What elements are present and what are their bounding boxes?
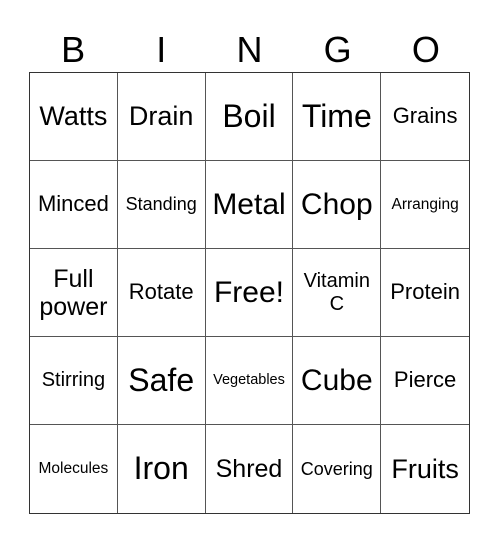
header-letter-n: N [236, 29, 263, 70]
bingo-cell[interactable]: Minced [30, 161, 118, 249]
bingo-cell[interactable]: Vegetables [205, 337, 294, 425]
header-letter-b: B [61, 29, 86, 70]
bingo-cell[interactable]: Drain [117, 73, 206, 161]
bingo-cell[interactable]: Pierce [381, 337, 469, 425]
bingo-cell[interactable]: Protein [381, 249, 469, 337]
bingo-cell[interactable]: Safe [117, 337, 206, 425]
bingo-cell[interactable]: Grains [381, 73, 469, 161]
bingo-cell[interactable]: Shred [206, 425, 294, 513]
bingo-cell[interactable]: Vitamin C [293, 249, 382, 337]
bingo-cell[interactable]: Covering [293, 425, 382, 513]
bingo-cell[interactable]: Time [293, 73, 382, 161]
bingo-cell[interactable]: Rotate [117, 249, 206, 337]
bingo-cell[interactable]: Full power [30, 249, 118, 337]
bingo-cell[interactable]: Watts [30, 73, 118, 161]
bingo-cell[interactable]: Iron [118, 425, 206, 513]
bingo-cell[interactable]: Stirring [30, 337, 118, 425]
bingo-cell[interactable]: Molecules [30, 425, 118, 513]
bingo-cell[interactable]: Fruits [381, 425, 469, 513]
bingo-cell[interactable]: Metal [205, 161, 294, 249]
free-space-cell[interactable]: Free! [205, 249, 294, 337]
header-letter-g: G [323, 29, 352, 70]
bingo-cell[interactable]: Cube [293, 337, 382, 425]
bingo-cell[interactable]: Standing [117, 161, 206, 249]
bingo-cell[interactable]: Chop [293, 161, 382, 249]
bingo-grid: Watts Drain Boil Time Grains Minced Stan… [29, 72, 470, 514]
header-letter-o: O [411, 29, 440, 70]
bingo-header: B I N G O [29, 28, 470, 72]
bingo-cell[interactable]: Boil [205, 73, 294, 161]
bingo-cell[interactable]: Arranging [381, 161, 469, 249]
header-letter-i: I [156, 29, 167, 70]
